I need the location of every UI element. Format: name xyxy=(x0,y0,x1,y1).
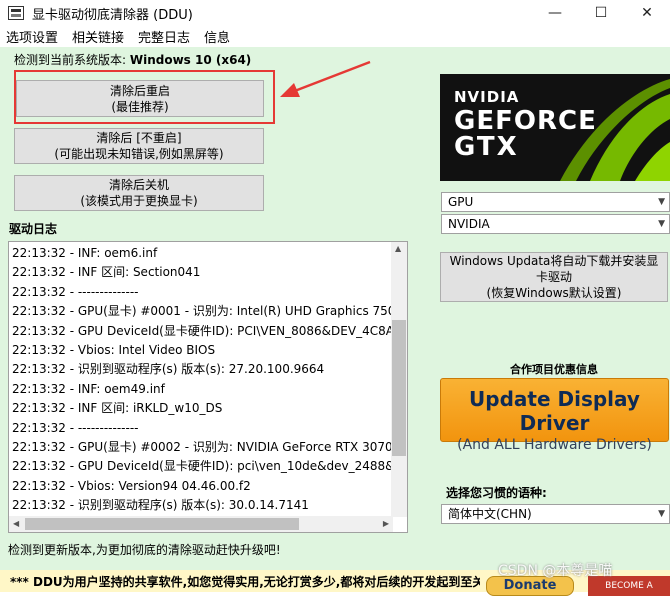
watermark: CSDN @本尊是喵 xyxy=(498,563,613,579)
red-arrow-annotation xyxy=(280,60,371,97)
log-line: 22:13:32 - INF 区间: iRKLD_w10_DS xyxy=(12,401,223,416)
os-status: 检测到当前系统版本: Windows 10 (x64) xyxy=(14,51,251,68)
log-line: 22:13:32 - 识别到驱动程序(s) 版本(s): 30.0.14.714… xyxy=(12,498,309,513)
donation-text: *** DDU为用户坚持的共享软件,如您觉得实用,无论打赏多少,都将对后续的开发… xyxy=(10,574,480,589)
menu-links[interactable]: 相关链接 xyxy=(66,27,130,46)
log-line: 22:13:32 - -------------- xyxy=(12,284,139,299)
log-horizontal-thumb[interactable] xyxy=(25,518,299,530)
log-line: 22:13:32 - Vbios: Version94 04.46.00.f2 xyxy=(12,478,251,493)
clean-no-restart-label: 清除后 [不重启] xyxy=(96,131,182,145)
scroll-left-icon[interactable]: ◀ xyxy=(13,519,19,528)
title-bar: 显卡驱动彻底清除器 (DDU) — ☐ ✕ xyxy=(0,0,670,26)
driver-log[interactable]: 22:13:32 - INF: oem6.inf 22:13:32 - INF 区… xyxy=(8,241,408,533)
log-line: 22:13:32 - -------------- xyxy=(12,420,139,435)
vendor-value: NVIDIA xyxy=(448,217,490,231)
menu-bar: 选项设置 相关链接 完整日志 信息 xyxy=(0,26,670,47)
log-line: 22:13:32 - 识别到驱动程序(s) 版本(s): 27.20.100.9… xyxy=(12,362,325,377)
clean-shutdown-note: (该模式用于更换显卡) xyxy=(80,194,198,208)
log-line: 22:13:32 - GPU(显卡) #0002 - 识别为: NVIDIA G… xyxy=(12,439,393,454)
ddu-window: 显卡驱动彻底清除器 (DDU) — ☐ ✕ 选项设置 相关链接 完整日志 信息 … xyxy=(0,0,670,611)
chevron-down-icon: ▼ xyxy=(658,219,665,229)
log-line: 22:13:32 - INF: oem6.inf xyxy=(12,246,158,260)
windows-update-button[interactable]: Windows Updata将自动下载并安装显 卡驱动 (恢复Windows默认… xyxy=(440,252,668,302)
menu-options[interactable]: 选项设置 xyxy=(0,27,64,46)
menu-full-log[interactable]: 完整日志 xyxy=(132,27,196,46)
chevron-down-icon: ▼ xyxy=(658,509,665,519)
scroll-up-icon[interactable]: ▲ xyxy=(395,244,401,253)
device-type-value: GPU xyxy=(448,195,474,209)
device-type-select[interactable]: GPU ▼ xyxy=(441,192,670,212)
update-display-driver-banner[interactable]: Update Display Driver (And ALL Hardware … xyxy=(440,378,669,453)
windows-update-line2: 卡驱动 xyxy=(535,270,572,284)
partner-label: 合作项目优惠信息 xyxy=(510,363,598,376)
clean-no-restart-button[interactable]: 清除后 [不重启] (可能出现未知错误,例如黑屏等) xyxy=(14,128,264,164)
language-value: 简体中文(CHN) xyxy=(448,507,532,521)
vendor-select[interactable]: NVIDIA ▼ xyxy=(441,214,670,234)
logo-brand: NVIDIA xyxy=(454,88,520,106)
log-line: 22:13:32 - INF 区间: Section041 xyxy=(12,265,201,280)
log-horizontal-scrollbar[interactable]: ◀ ▶ xyxy=(9,516,393,532)
chevron-down-icon: ▼ xyxy=(658,197,665,207)
close-button[interactable]: ✕ xyxy=(624,0,670,26)
maximize-button[interactable]: ☐ xyxy=(578,0,624,26)
clean-no-restart-note: (可能出现未知错误,例如黑屏等) xyxy=(54,147,224,161)
log-line: 22:13:32 - Vbios: Intel Video BIOS xyxy=(12,342,216,357)
banner-subtitle: (And ALL Hardware Drivers) xyxy=(457,437,652,453)
log-line: 22:13:32 - GPU DeviceId(显卡硬件ID): pci\ven… xyxy=(12,459,393,474)
menu-info[interactable]: 信息 xyxy=(198,27,236,46)
update-message: 检测到更新版本,为更加彻底的清除驱动赶快升级吧! xyxy=(8,543,281,557)
minimize-button[interactable]: — xyxy=(532,0,578,26)
nvidia-geforce-gtx-logo: NVIDIA GEFORCE GTX xyxy=(440,74,670,181)
log-line: 22:13:32 - GPU DeviceId(显卡硬件ID): PCI\VEN… xyxy=(12,323,393,338)
language-label: 选择您习惯的语种: xyxy=(446,486,547,500)
scroll-right-icon[interactable]: ▶ xyxy=(383,519,389,528)
windows-update-line3: (恢复Windows默认设置) xyxy=(486,286,622,300)
log-title: 驱动日志 xyxy=(9,222,58,236)
app-icon xyxy=(8,6,24,20)
windows-update-line1: Windows Updata将自动下载并安装显 xyxy=(449,254,659,268)
log-vertical-scrollbar[interactable]: ▲ xyxy=(391,242,407,517)
log-lines: 22:13:32 - INF: oem6.inf 22:13:32 - INF 区… xyxy=(9,244,393,515)
highlight-box xyxy=(14,70,275,124)
log-vertical-thumb[interactable] xyxy=(392,320,406,456)
log-line: 22:13:32 - INF: oem49.inf xyxy=(12,381,165,396)
language-select[interactable]: 简体中文(CHN) ▼ xyxy=(441,504,670,524)
window-title: 显卡驱动彻底清除器 (DDU) xyxy=(32,7,193,23)
log-line: 22:13:32 - GPU(显卡) #0001 - 识别为: Intel(R)… xyxy=(12,304,393,319)
banner-title: Update Display Driver xyxy=(469,387,640,435)
os-status-prefix: 检测到当前系统版本: xyxy=(14,53,130,67)
logo-line2: GTX xyxy=(454,132,519,162)
clean-shutdown-label: 清除后关机 xyxy=(108,178,169,192)
clean-and-shutdown-button[interactable]: 清除后关机 (该模式用于更换显卡) xyxy=(14,175,264,211)
os-version: Windows 10 (x64) xyxy=(129,53,252,67)
